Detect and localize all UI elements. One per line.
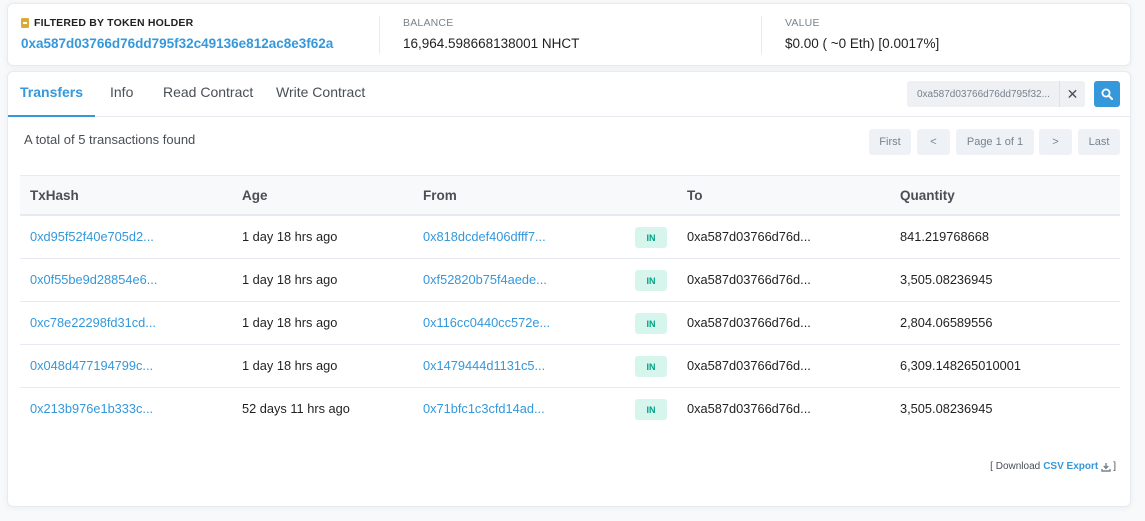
table-header: TxHash Age From To Quantity — [20, 175, 1120, 216]
to-address: 0xa587d03766d76d... — [687, 272, 811, 287]
tx-hash-link[interactable]: 0x0f55be9d28854e6... — [30, 259, 157, 301]
pager-first-button[interactable]: First — [869, 129, 911, 155]
to-address: 0xa587d03766d76d... — [687, 315, 811, 330]
tx-age: 52 days 11 hrs ago — [242, 401, 350, 416]
balance-label: BALANCE — [403, 17, 454, 29]
address-filter[interactable]: 0xa587d03766d76dd795f32... ✕ — [907, 81, 1085, 107]
divider — [761, 16, 762, 54]
quantity: 6,309.148265010001 — [900, 358, 1021, 373]
clear-filter-button[interactable]: ✕ — [1059, 81, 1085, 107]
direction-badge: IN — [635, 356, 667, 377]
holder-label-row: FILTERED BY TOKEN HOLDER — [21, 16, 333, 30]
tab-bar: Transfers Info Read Contract Write Contr… — [8, 72, 1130, 117]
holder-address-link[interactable]: 0xa587d03766d76dd795f32c49136e812ac8e3f6… — [21, 36, 333, 52]
tab-info[interactable]: Info — [98, 72, 145, 117]
header-age: Age — [242, 188, 268, 203]
quantity: 3,505.08236945 — [900, 272, 993, 287]
header-to: To — [687, 188, 703, 203]
table-row: 0x213b976e1b333c... 52 days 11 hrs ago 0… — [20, 388, 1120, 431]
tx-age: 1 day 18 hrs ago — [242, 229, 338, 244]
pager-page-indicator: Page 1 of 1 — [956, 129, 1034, 155]
download-icon[interactable] — [1101, 462, 1111, 472]
balance-section: BALANCE 16,964.598668138001 NHCT — [403, 16, 579, 52]
header-txhash: TxHash — [30, 188, 79, 203]
download-suffix: ] — [1113, 461, 1116, 472]
quantity: 2,804.06589556 — [900, 315, 993, 330]
download-prefix: [ Download — [990, 461, 1041, 472]
transactions-count: A total of 5 transactions found — [24, 132, 196, 147]
tx-hash-link[interactable]: 0xc78e22298fd31cd... — [30, 302, 156, 344]
quantity: 3,505.08236945 — [900, 401, 993, 416]
from-address-link[interactable]: 0x71bfc1c3cfd14ad... — [423, 388, 545, 430]
csv-export-link[interactable]: CSV Export — [1043, 461, 1098, 472]
search-button[interactable] — [1094, 81, 1120, 107]
transfers-card: Transfers Info Read Contract Write Contr… — [7, 71, 1131, 507]
direction-badge: IN — [635, 399, 667, 420]
wallet-icon — [21, 18, 29, 28]
direction-badge: IN — [635, 313, 667, 334]
tx-age: 1 day 18 hrs ago — [242, 315, 338, 330]
tx-age: 1 day 18 hrs ago — [242, 272, 338, 287]
divider — [379, 16, 380, 54]
from-address-link[interactable]: 0x116cc0440cc572e... — [423, 302, 550, 344]
balance-value: 16,964.598668138001 NHCT — [403, 36, 580, 51]
from-address-link[interactable]: 0xf52820b75f4aede... — [423, 259, 547, 301]
to-address: 0xa587d03766d76d... — [687, 401, 811, 416]
tab-read-contract[interactable]: Read Contract — [151, 72, 265, 117]
header-quantity: Quantity — [900, 188, 955, 203]
tab-transfers[interactable]: Transfers — [8, 72, 96, 117]
tx-age: 1 day 18 hrs ago — [242, 358, 338, 373]
value-label: VALUE — [785, 17, 820, 29]
table-row: 0x0f55be9d28854e6... 1 day 18 hrs ago 0x… — [20, 259, 1120, 302]
download-section: [ Download CSV Export ] — [990, 461, 1116, 472]
value-section: VALUE $0.00 ( ~0 Eth) [0.0017%] — [785, 16, 939, 52]
table-row: 0xd95f52f40e705d2... 1 day 18 hrs ago 0x… — [20, 216, 1120, 259]
header-from: From — [423, 188, 457, 203]
pager-next-button[interactable]: > — [1039, 129, 1072, 155]
holder-section: FILTERED BY TOKEN HOLDER 0xa587d03766d76… — [21, 16, 333, 52]
search-icon — [1101, 88, 1113, 100]
value-value: $0.00 ( ~0 Eth) [0.0017%] — [785, 36, 940, 51]
table-row: 0xc78e22298fd31cd... 1 day 18 hrs ago 0x… — [20, 302, 1120, 345]
to-address: 0xa587d03766d76d... — [687, 358, 811, 373]
holder-label: FILTERED BY TOKEN HOLDER — [34, 17, 194, 29]
tx-hash-link[interactable]: 0x213b976e1b333c... — [30, 388, 153, 430]
direction-badge: IN — [635, 227, 667, 248]
from-address-link[interactable]: 0x1479444d1131c5... — [423, 345, 545, 387]
pager-last-button[interactable]: Last — [1078, 129, 1120, 155]
quantity: 841.219768668 — [900, 229, 989, 244]
from-address-link[interactable]: 0x818dcdef406dfff7... — [423, 216, 546, 258]
tx-hash-link[interactable]: 0xd95f52f40e705d2... — [30, 216, 154, 258]
direction-badge: IN — [635, 270, 667, 291]
transfers-table: TxHash Age From To Quantity 0xd95f52f40e… — [20, 175, 1120, 431]
tx-hash-link[interactable]: 0x048d477194799c... — [30, 345, 153, 387]
tab-write-contract[interactable]: Write Contract — [264, 72, 377, 117]
token-holder-summary: FILTERED BY TOKEN HOLDER 0xa587d03766d76… — [7, 3, 1131, 66]
address-filter-text: 0xa587d03766d76dd795f32... — [917, 88, 1050, 100]
pager-prev-button[interactable]: < — [917, 129, 950, 155]
to-address: 0xa587d03766d76d... — [687, 229, 811, 244]
table-row: 0x048d477194799c... 1 day 18 hrs ago 0x1… — [20, 345, 1120, 388]
